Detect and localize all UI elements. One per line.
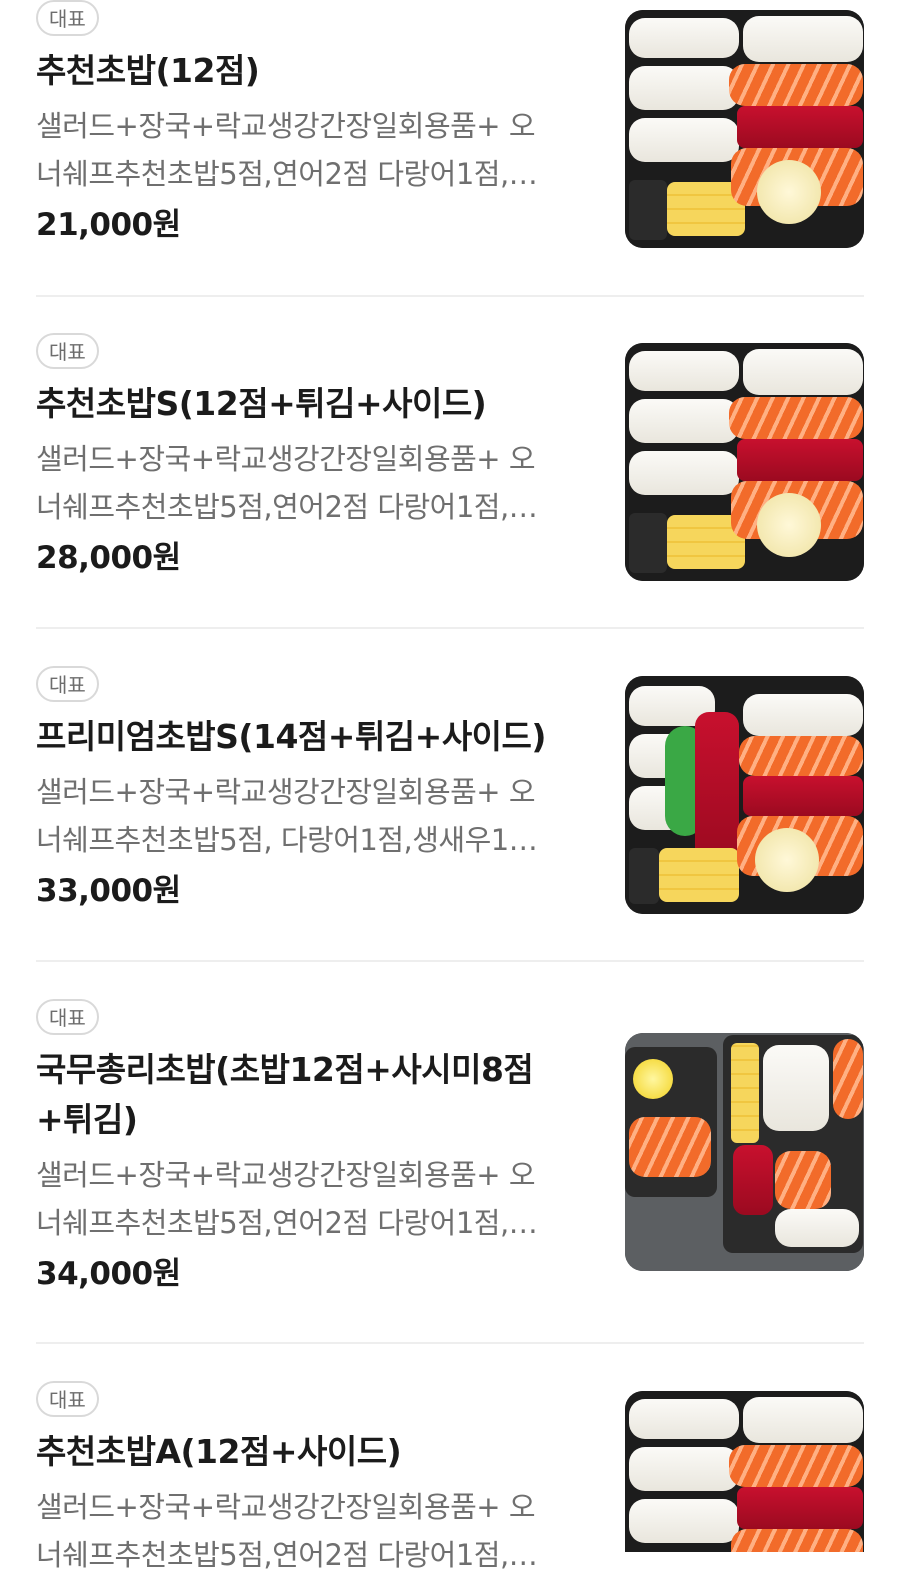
sushi-photo[interactable]	[625, 676, 864, 914]
menu-item-title: 국무총리초밥(초밥12점+사시미8점+튀김)	[36, 1050, 534, 1139]
menu-item-title: 추천초밥(12점)	[36, 51, 260, 90]
description-line: 너쉐프추천초밥5점,연어2점 다랑어1점,…	[36, 157, 538, 191]
description-line: 샐러드+장국+락교생강간장일회용품+ 오	[36, 109, 536, 143]
sushi-photo[interactable]	[625, 1391, 864, 1552]
sushi-photo[interactable]	[625, 1033, 864, 1271]
menu-item-price: 34,000원	[36, 1256, 181, 1292]
menu-item-price: 28,000원	[36, 540, 181, 576]
divider	[36, 627, 864, 629]
signature-badge: 대표	[36, 1381, 99, 1417]
description-line: 너쉐프추천초밥5점,연어2점 다랑어1점,…	[36, 1538, 538, 1572]
menu-item-price: 21,000원	[36, 207, 181, 243]
menu-item-description: 샐러드+장국+락교생강간장일회용품+ 오 너쉐프추천초밥5점,연어2점 다랑어1…	[36, 1151, 581, 1247]
menu-item-description: 샐러드+장국+락교생강간장일회용품+ 오 너쉐프추천초밥5점,연어2점 다랑어1…	[36, 435, 581, 531]
description-line: 너쉐프추천초밥5점,연어2점 다랑어1점,…	[36, 490, 538, 524]
description-line: 샐러드+장국+락교생강간장일회용품+ 오	[36, 442, 536, 476]
menu-item-description: 샐러드+장국+락교생강간장일회용품+ 오 너쉐프추천초밥5점,연어2점 다랑어1…	[36, 1483, 581, 1579]
menu-item-title: 추천초밥A(12점+사이드)	[36, 1432, 402, 1471]
signature-badge: 대표	[36, 999, 99, 1035]
signature-badge: 대표	[36, 666, 99, 702]
signature-badge: 대표	[36, 333, 99, 369]
menu-item-title: 추천초밥S(12점+튀김+사이드)	[36, 384, 487, 423]
divider	[36, 1342, 864, 1344]
description-line: 샐러드+장국+락교생강간장일회용품+ 오	[36, 1158, 536, 1192]
divider	[36, 960, 864, 962]
menu-item-info: 대표 추천초밥(12점) 샐러드+장국+락교생강간장일회용품+ 오 너쉐프추천초…	[36, 0, 596, 248]
menu-item-info: 대표 프리미엄초밥S(14점+튀김+사이드) 샐러드+장국+락교생강간장일회용품…	[36, 666, 596, 914]
menu-item-info: 대표 추천초밥A(12점+사이드) 샐러드+장국+락교생강간장일회용품+ 오 너…	[36, 1381, 596, 1579]
menu-item-description: 샐러드+장국+락교생강간장일회용품+ 오 너쉐프추천초밥5점, 다랑어1점,생새…	[36, 768, 581, 864]
description-line: 샐러드+장국+락교생강간장일회용품+ 오	[36, 775, 536, 809]
signature-badge: 대표	[36, 0, 99, 36]
menu-item-description: 샐러드+장국+락교생강간장일회용품+ 오 너쉐프추천초밥5점,연어2점 다랑어1…	[36, 102, 581, 198]
menu-item-info: 대표 국무총리초밥(초밥12점+사시미8점+튀김) 샐러드+장국+락교생강간장일…	[36, 999, 596, 1297]
sushi-photo[interactable]	[625, 10, 864, 248]
description-line: 너쉐프추천초밥5점, 다랑어1점,생새우1…	[36, 823, 538, 857]
menu-item-title: 프리미엄초밥S(14점+튀김+사이드)	[36, 717, 546, 756]
divider	[36, 295, 864, 297]
sushi-photo[interactable]	[625, 343, 864, 581]
description-line: 샐러드+장국+락교생강간장일회용품+ 오	[36, 1490, 536, 1524]
description-line: 너쉐프추천초밥5점,연어2점 다랑어1점,…	[36, 1206, 538, 1240]
menu-item-info: 대표 추천초밥S(12점+튀김+사이드) 샐러드+장국+락교생강간장일회용품+ …	[36, 333, 596, 581]
menu-item-price: 33,000원	[36, 873, 181, 909]
